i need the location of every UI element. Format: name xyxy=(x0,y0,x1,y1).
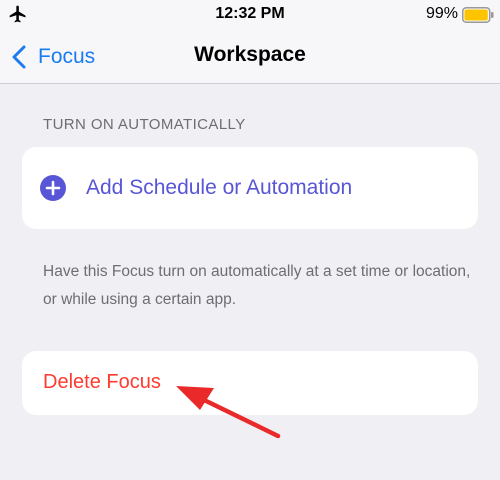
plus-circle-icon xyxy=(40,175,66,201)
add-schedule-button[interactable]: Add Schedule or Automation xyxy=(40,147,352,229)
section-header: TURN ON AUTOMATICALLY xyxy=(43,116,246,133)
battery-percent: 99% xyxy=(425,5,458,22)
battery-icon xyxy=(462,7,494,23)
section-footer: Have this Focus turn on automatically at… xyxy=(43,263,471,308)
red-arrow-icon xyxy=(176,386,281,439)
navigation-bar: Focus Workspace xyxy=(0,30,500,84)
page-title: Workspace xyxy=(194,43,306,66)
schedule-card: Add Schedule or Automation xyxy=(22,147,478,229)
add-schedule-label: Add Schedule or Automation xyxy=(86,176,353,199)
status-bar: 12:32 PM 99% xyxy=(0,0,500,30)
delete-focus-button[interactable]: Delete Focus xyxy=(43,371,161,394)
